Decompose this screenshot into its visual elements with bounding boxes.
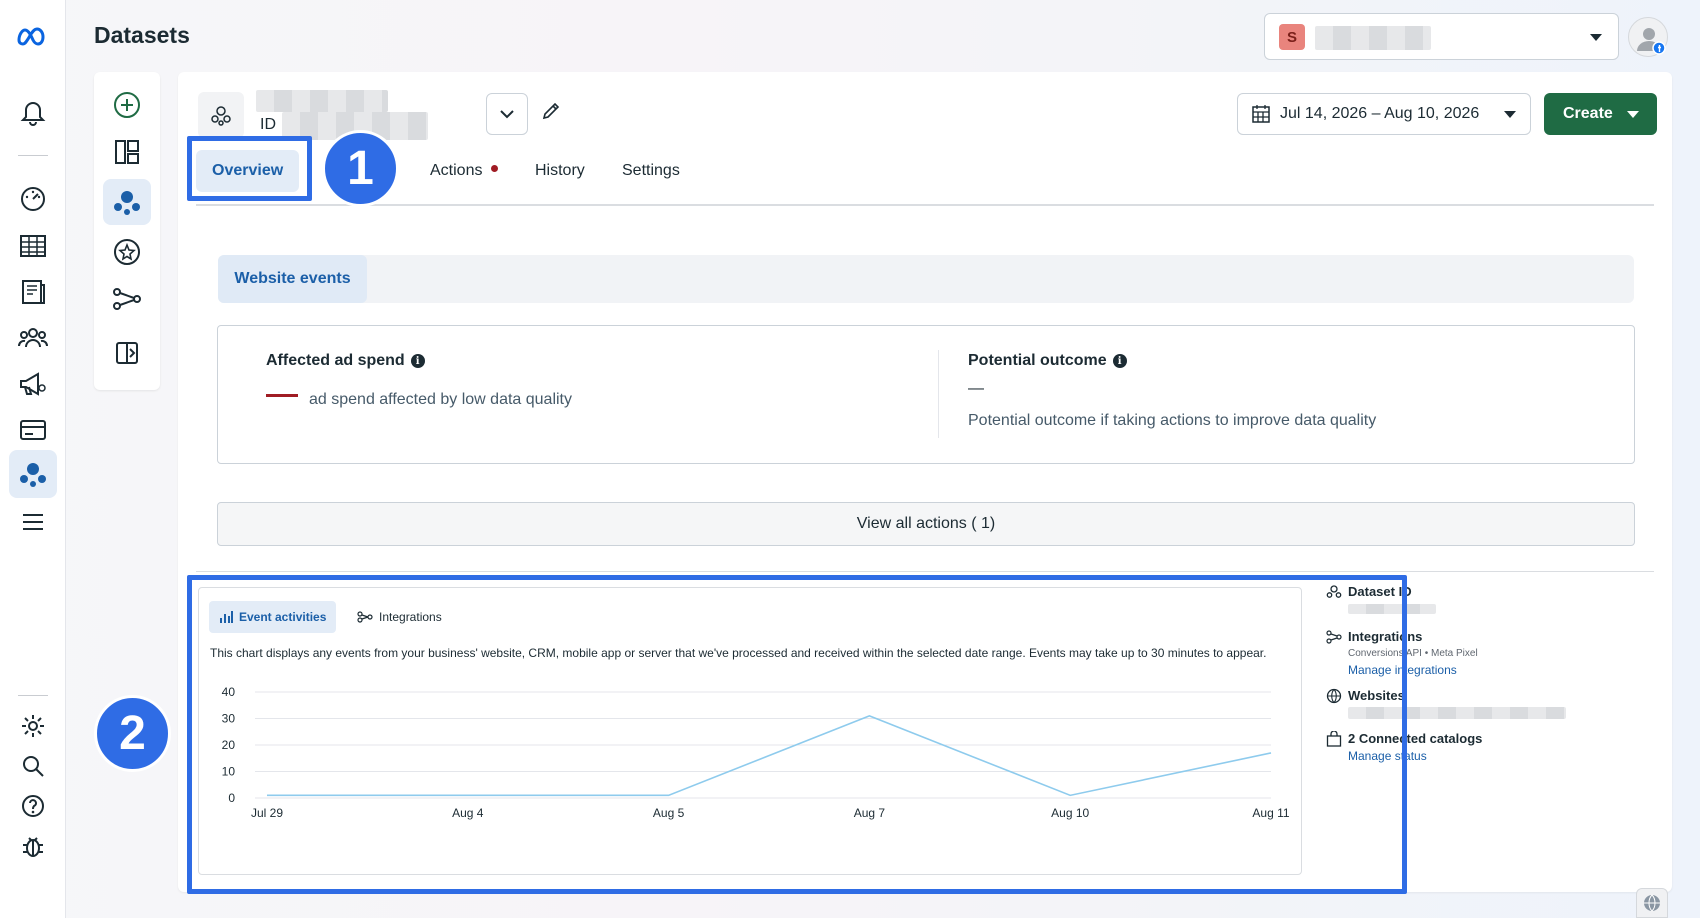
info-icon[interactable]: i	[410, 354, 425, 368]
website-events-chip[interactable]: Website events	[218, 255, 367, 303]
pencil-icon[interactable]	[541, 101, 561, 121]
account-selector[interactable]: S	[1264, 13, 1619, 60]
dataset-icon[interactable]	[9, 450, 57, 498]
megaphone-icon[interactable]	[9, 360, 57, 408]
bug-icon[interactable]	[9, 822, 57, 870]
rail-divider	[18, 155, 48, 156]
globe-icon[interactable]	[1636, 888, 1668, 918]
create-button[interactable]: Create	[1544, 93, 1657, 135]
dataset-switch-dropdown[interactable]	[486, 93, 528, 135]
plus-circle-icon[interactable]	[103, 82, 151, 128]
section-divider	[196, 571, 1654, 572]
pages-icon[interactable]	[9, 268, 57, 316]
tab-settings-label: Settings	[622, 162, 680, 179]
events-filter-bar: Website events	[218, 255, 1634, 303]
layout-icon[interactable]	[103, 129, 151, 175]
people-icon[interactable]	[9, 314, 57, 362]
affected-ad-spend-title: Affected ad spend i	[266, 352, 425, 370]
avatar[interactable]	[1628, 17, 1668, 57]
dataset-name-redacted	[256, 90, 388, 112]
potential-outcome-value: —	[968, 380, 984, 397]
speedometer-icon[interactable]	[9, 175, 57, 223]
dataset-tabs: Overview s Actions History Settings	[196, 150, 1654, 206]
highlight-box-1	[187, 136, 312, 201]
data-quality-card: Affected ad spend i ad spend affected by…	[217, 325, 1635, 464]
affected-ad-spend-text: ad spend affected by low data quality	[309, 391, 572, 408]
table-icon[interactable]	[9, 222, 57, 270]
potential-outcome-label: Potential outcome	[968, 352, 1107, 369]
tab-history-label: History	[535, 162, 585, 179]
secondary-nav	[94, 72, 160, 390]
callout-badge-2: 2	[94, 695, 171, 772]
tab-settings[interactable]: Settings	[622, 150, 680, 192]
menu-icon[interactable]	[9, 498, 57, 546]
view-all-actions-button[interactable]: View all actions ( 1)	[217, 502, 1635, 546]
left-rail	[0, 0, 66, 918]
card-divider	[938, 350, 939, 438]
chevron-down-icon	[1590, 34, 1602, 41]
account-name-redacted	[1315, 26, 1431, 50]
dataset-icon[interactable]	[103, 179, 151, 225]
card-icon[interactable]	[9, 406, 57, 454]
affected-ad-spend-label: Affected ad spend	[266, 352, 405, 369]
rail-divider-bottom	[18, 695, 48, 696]
tab-history[interactable]: History	[535, 150, 585, 192]
chevron-down-icon	[1626, 110, 1639, 118]
integration-icon[interactable]	[103, 276, 151, 322]
potential-outcome-text: Potential outcome if taking actions to i…	[968, 412, 1377, 429]
bell-icon[interactable]	[9, 88, 57, 136]
account-badge: S	[1279, 24, 1305, 50]
panel-icon[interactable]	[103, 330, 151, 376]
highlight-box-2	[187, 575, 1407, 894]
tab-actions-label: Actions	[430, 162, 483, 179]
potential-outcome-title: Potential outcome i	[968, 352, 1127, 370]
date-range-text: Jul 14, 2026 – Aug 10, 2026	[1280, 105, 1480, 122]
create-button-label: Create	[1563, 105, 1613, 122]
chevron-down-icon	[500, 109, 514, 118]
date-range-picker[interactable]: Jul 14, 2026 – Aug 10, 2026	[1237, 93, 1531, 135]
meta-logo-icon[interactable]	[9, 12, 57, 60]
alert-dot	[491, 164, 499, 172]
red-dash-indicator	[266, 394, 298, 397]
page-title: Datasets	[94, 22, 190, 48]
callout-badge-1: 1	[322, 130, 399, 207]
tab-actions[interactable]: Actions	[430, 150, 499, 192]
info-icon[interactable]: i	[1112, 354, 1127, 368]
chevron-down-icon	[1504, 110, 1516, 118]
star-badge-icon[interactable]	[103, 229, 151, 275]
calendar-icon	[1252, 105, 1270, 123]
dataset-avatar-icon	[198, 92, 244, 138]
dataset-id-label: ID	[260, 116, 276, 133]
